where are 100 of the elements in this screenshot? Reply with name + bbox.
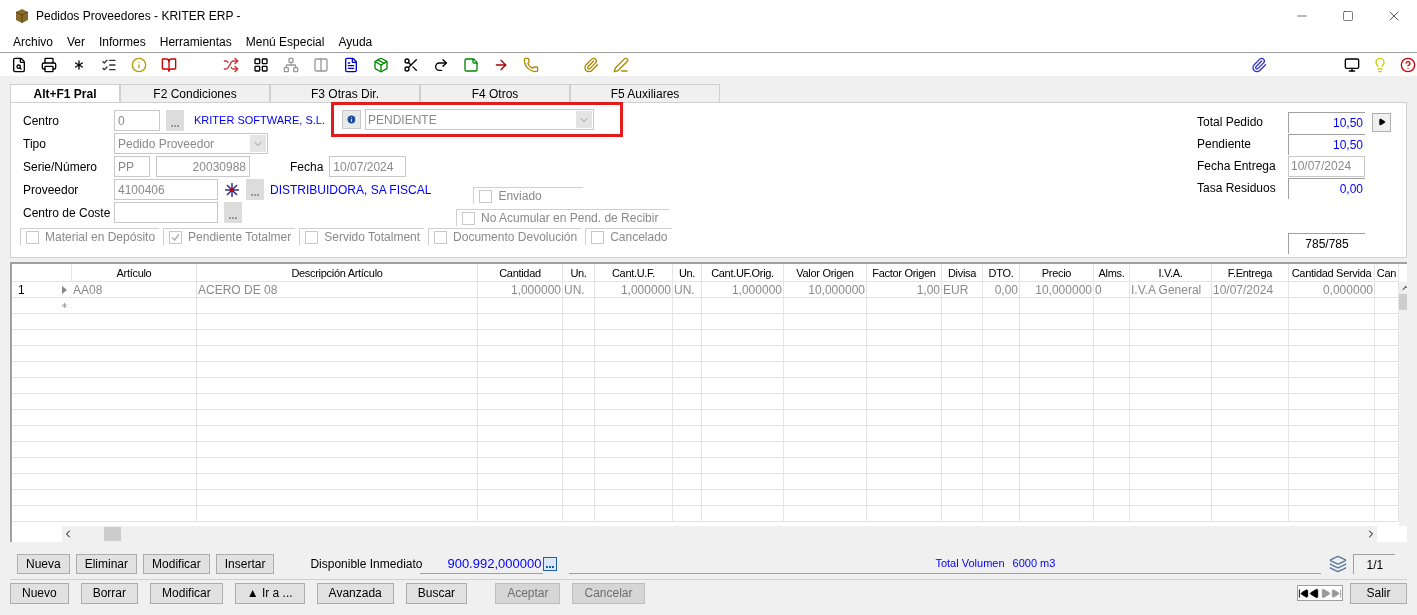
tab[interactable]: F3 Otras Dir. bbox=[270, 84, 420, 102]
toolbar-button[interactable]: Nuevo bbox=[10, 582, 69, 604]
menu-item[interactable]: Ayuda bbox=[331, 33, 380, 51]
exit-button[interactable]: Salir bbox=[1350, 582, 1407, 604]
paperclip-icon[interactable] bbox=[1250, 55, 1268, 74]
column-header[interactable]: Cant.U.F. bbox=[595, 264, 673, 282]
menu-item[interactable]: Archivo bbox=[6, 33, 60, 51]
column-header[interactable]: Cant.UF.Orig. bbox=[702, 264, 784, 282]
layers-icon[interactable] bbox=[1329, 555, 1348, 573]
toolbar-button[interactable]: ▲ Ir a ... bbox=[234, 582, 305, 604]
previous-record-icon[interactable] bbox=[1308, 587, 1320, 599]
maximize-icon[interactable] bbox=[1342, 10, 1354, 22]
line-button[interactable]: Nueva bbox=[17, 554, 70, 574]
checkbox[interactable] bbox=[479, 189, 493, 203]
phone-icon[interactable] bbox=[522, 55, 540, 74]
arrow-right-icon bbox=[1377, 118, 1386, 126]
column-header[interactable]: Cantidad bbox=[478, 264, 563, 282]
field-label: Centro de Coste bbox=[23, 204, 108, 222]
table-cell: 0,000000 bbox=[1289, 282, 1375, 298]
total-label: Pendiente bbox=[1197, 136, 1253, 153]
table-cell: 1,00 bbox=[867, 282, 942, 298]
column-header[interactable]: Artículo bbox=[72, 264, 197, 282]
menu-item[interactable]: Herramientas bbox=[152, 33, 239, 51]
scroll-thumb[interactable] bbox=[104, 527, 121, 541]
date-field[interactable]: 10/07/2024 bbox=[1288, 155, 1365, 177]
toolbar-button[interactable]: Buscar bbox=[405, 582, 468, 604]
amount-field: 10,50 bbox=[1288, 111, 1365, 133]
cost-center-field[interactable] bbox=[114, 202, 218, 223]
shuffle-icon[interactable] bbox=[222, 55, 240, 74]
book-icon[interactable] bbox=[160, 55, 178, 74]
network-icon[interactable] bbox=[282, 55, 300, 74]
amount-field: 0,00 bbox=[1288, 177, 1365, 199]
column-header[interactable]: Descripción Artículo bbox=[197, 264, 478, 282]
document-icon[interactable] bbox=[342, 55, 360, 74]
line-button[interactable]: Eliminar bbox=[75, 554, 138, 574]
first-record-icon[interactable] bbox=[1297, 587, 1309, 599]
amount-field: 10,50 bbox=[1288, 133, 1365, 155]
help-icon[interactable] bbox=[1399, 55, 1417, 74]
note-icon[interactable] bbox=[462, 55, 480, 74]
tab[interactable]: F5 Auxiliares bbox=[570, 84, 720, 102]
checkbox-label: Enviado bbox=[498, 188, 542, 205]
column-header[interactable]: Valor Origen bbox=[784, 264, 867, 282]
column-header[interactable]: Un. bbox=[673, 264, 702, 282]
total-label: Total Pedido bbox=[1197, 114, 1265, 131]
column-header[interactable]: F.Entrega bbox=[1212, 264, 1289, 282]
supplier-field[interactable]: 4100406 bbox=[114, 179, 218, 200]
checkbox[interactable] bbox=[169, 230, 183, 244]
number-field[interactable]: 20030988 bbox=[156, 156, 250, 177]
table-cell: 1,000000 bbox=[478, 282, 563, 298]
info-button[interactable] bbox=[342, 110, 361, 129]
search-document-icon[interactable] bbox=[10, 55, 28, 74]
checkbox[interactable] bbox=[434, 230, 448, 244]
tab[interactable]: F2 Condiciones bbox=[120, 84, 270, 102]
column-header[interactable]: Factor Origen bbox=[867, 264, 942, 282]
browse-button[interactable] bbox=[543, 557, 558, 571]
current-row-icon bbox=[62, 285, 67, 294]
table-cell: EUR bbox=[942, 282, 983, 298]
column-header[interactable]: Can bbox=[1375, 264, 1399, 282]
toolbar-button[interactable]: Borrar bbox=[80, 582, 139, 604]
record-navigator[interactable] bbox=[1296, 585, 1343, 601]
line-button[interactable]: Insertar bbox=[215, 554, 275, 574]
column-header[interactable]: DTO. bbox=[983, 264, 1020, 282]
pen-icon[interactable] bbox=[612, 55, 630, 74]
checkbox[interactable] bbox=[305, 230, 319, 244]
paperclip-icon[interactable] bbox=[582, 55, 600, 74]
tab[interactable]: Alt+F1 Pral bbox=[10, 84, 120, 102]
menu-item[interactable]: Ver bbox=[60, 33, 93, 51]
table-cell: I.V.A General bbox=[1130, 282, 1212, 298]
toolbar-button[interactable]: Modificar bbox=[150, 582, 223, 604]
date-field[interactable]: 10/07/2024 bbox=[329, 156, 407, 177]
column-header[interactable]: Alms. bbox=[1094, 264, 1130, 282]
type-dropdown[interactable]: Pedido Proveedor bbox=[114, 133, 268, 154]
checkbox-label: Material en Depósito bbox=[45, 229, 156, 246]
toolbar-button[interactable]: Avanzada bbox=[316, 582, 394, 604]
column-header[interactable]: I.V.A. bbox=[1130, 264, 1212, 282]
line-button[interactable]: Modificar bbox=[143, 554, 210, 574]
package-icon[interactable] bbox=[372, 55, 390, 74]
column-header[interactable]: Divisa bbox=[942, 264, 983, 282]
column-header[interactable]: Precio bbox=[1020, 264, 1094, 282]
checkbox[interactable] bbox=[462, 211, 475, 225]
menu-item[interactable]: Informes bbox=[92, 33, 153, 51]
checkbox[interactable] bbox=[591, 230, 605, 244]
columns-icon[interactable] bbox=[312, 55, 330, 74]
checkbox[interactable] bbox=[26, 230, 39, 244]
scissors-icon[interactable] bbox=[402, 55, 420, 74]
monitor-icon[interactable] bbox=[1343, 55, 1361, 74]
column-header[interactable]: Cantidad Servida bbox=[1289, 264, 1375, 282]
printer-icon[interactable] bbox=[40, 55, 58, 74]
checkbox-label: Servido Totalment bbox=[324, 229, 421, 246]
sparkle-icon[interactable] bbox=[224, 181, 240, 198]
arrow-button[interactable] bbox=[1372, 112, 1391, 132]
column-header[interactable]: Un. bbox=[563, 264, 595, 282]
menu-item[interactable]: Menú Especial bbox=[238, 33, 332, 51]
last-record-icon[interactable] bbox=[1330, 587, 1342, 599]
info-icon[interactable] bbox=[130, 55, 148, 74]
horizontal-scrollbar[interactable] bbox=[62, 526, 1377, 542]
page-indicator: 1/1 bbox=[1353, 554, 1396, 574]
grid-icon[interactable] bbox=[252, 55, 270, 74]
centro-field[interactable]: 0 bbox=[114, 110, 160, 131]
tab[interactable]: F4 Otros bbox=[420, 84, 570, 102]
